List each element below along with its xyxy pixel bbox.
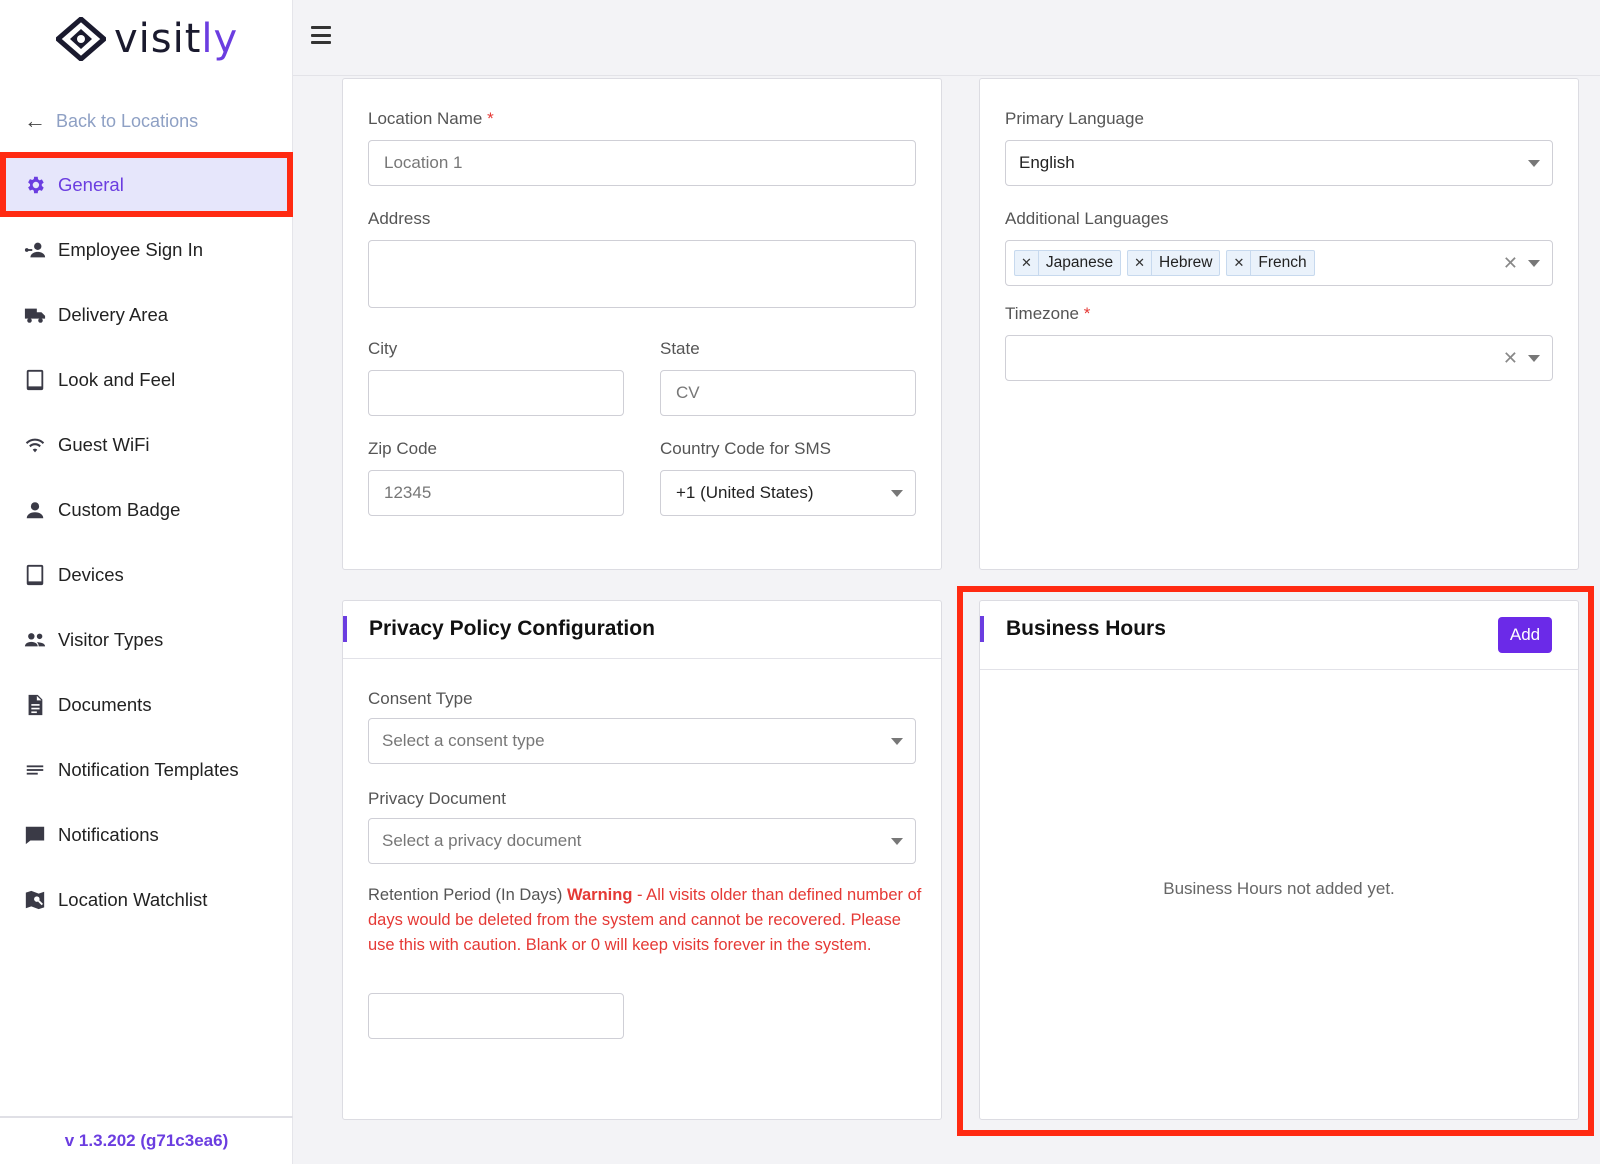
map-watch-icon	[22, 887, 48, 913]
highlight-frame	[957, 586, 1594, 1136]
primary-language-label: Primary Language	[1005, 109, 1144, 128]
sidebar-item-location-watchlist[interactable]: Location Watchlist	[0, 867, 293, 932]
location-name-input[interactable]: Location 1	[368, 140, 916, 186]
country-code-value: +1 (United States)	[676, 483, 814, 502]
clear-icon[interactable]: ✕	[1503, 348, 1518, 369]
chevron-down-icon	[1528, 160, 1540, 167]
privacy-document-placeholder: Select a privacy document	[382, 831, 582, 850]
sidebar-item-label: Employee Sign In	[58, 238, 204, 260]
sidebar-item-label: Location Watchlist	[58, 888, 208, 910]
warning-title: Warning	[567, 886, 633, 904]
remove-tag-icon[interactable]: ✕	[1227, 251, 1252, 275]
sidebar-item-label: Look and Feel	[58, 368, 176, 390]
privacy-policy-card: Privacy Policy Configuration Consent Typ…	[342, 600, 942, 1120]
address-input[interactable]	[368, 240, 916, 308]
hamburger-menu-icon[interactable]	[311, 26, 331, 44]
gear-icon	[22, 172, 48, 198]
privacy-document-select[interactable]: Select a privacy document	[368, 818, 916, 864]
sidebar-item-label: Notifications	[58, 823, 159, 845]
people-icon	[22, 627, 48, 653]
chevron-down-icon	[1528, 260, 1540, 267]
sidebar-item-delivery-area[interactable]: Delivery Area	[0, 282, 293, 347]
retention-period-input[interactable]	[368, 993, 624, 1039]
sidebar-item-guest-wifi[interactable]: Guest WiFi	[0, 412, 293, 477]
sidebar-item-label: Guest WiFi	[58, 433, 150, 455]
truck-icon	[22, 302, 48, 328]
remove-tag-icon[interactable]: ✕	[1015, 251, 1039, 275]
timezone-select[interactable]: ✕	[1005, 335, 1553, 381]
city-label: City	[368, 339, 398, 358]
sidebar-item-look-and-feel[interactable]: Look and Feel	[0, 347, 293, 412]
clear-icon[interactable]: ✕	[1503, 253, 1518, 274]
notes-icon	[22, 757, 48, 783]
country-code-select[interactable]: +1 (United States)	[660, 470, 916, 516]
sidebar-item-label: Notification Templates	[58, 758, 239, 780]
app-version: v 1.3.202 (g71c3ea6)	[0, 1116, 293, 1164]
chevron-down-icon	[1528, 355, 1540, 362]
sidebar-item-label: Devices	[58, 563, 124, 585]
privacy-policy-title: Privacy Policy Configuration	[343, 616, 655, 642]
logo-mark-icon	[56, 17, 106, 61]
sidebar-item-employee-sign-in[interactable]: Employee Sign In	[0, 217, 293, 282]
logo-text: visitly	[114, 16, 239, 62]
chevron-down-icon	[891, 490, 903, 497]
arrow-left-icon: ←	[24, 108, 46, 133]
sidebar-nav: General Employee Sign In Delivery Area L…	[0, 152, 293, 932]
sidebar-item-label: Custom Badge	[58, 498, 181, 520]
zip-code-label: Zip Code	[368, 439, 437, 458]
primary-language-value: English	[1019, 153, 1075, 172]
zip-code-input[interactable]: 12345	[368, 470, 624, 516]
wifi-icon	[22, 432, 48, 458]
country-code-label: Country Code for SMS	[660, 439, 832, 458]
timezone-label: Timezone *	[1005, 304, 1091, 323]
remove-tag-icon[interactable]: ✕	[1128, 251, 1153, 275]
sidebar-item-general[interactable]: General	[0, 152, 293, 217]
language-card: Primary Language English Additional Lang…	[979, 78, 1579, 570]
primary-language-select[interactable]: English	[1005, 140, 1553, 186]
sidebar-item-custom-badge[interactable]: Custom Badge	[0, 477, 293, 542]
sidebar-item-documents[interactable]: Documents	[0, 672, 293, 737]
employee-sign-in-icon	[22, 237, 48, 263]
sidebar-item-label: General	[58, 173, 124, 195]
tablet-icon	[22, 562, 48, 588]
back-to-locations-link[interactable]: ← Back to Locations	[24, 108, 198, 134]
language-tag: ✕ French	[1226, 250, 1315, 276]
back-label: Back to Locations	[56, 110, 199, 131]
tablet-icon	[22, 367, 48, 393]
additional-languages-select[interactable]: ✕ Japanese ✕ Hebrew ✕ French ✕	[1005, 240, 1553, 286]
language-tag: ✕ Japanese	[1014, 250, 1122, 276]
sidebar-item-label: Delivery Area	[58, 303, 169, 325]
consent-type-label: Consent Type	[368, 689, 473, 708]
document-icon	[22, 692, 48, 718]
chevron-down-icon	[891, 738, 903, 745]
divider	[343, 658, 941, 659]
sidebar-item-label: Documents	[58, 693, 152, 715]
retention-label: Retention Period (In Days)	[368, 886, 563, 904]
retention-warning: Retention Period (In Days) Warning - All…	[368, 883, 923, 958]
additional-languages-label: Additional Languages	[1005, 209, 1169, 228]
sidebar-item-devices[interactable]: Devices	[0, 542, 293, 607]
location-details-card: Location Name * Location 1 Address City …	[342, 78, 942, 570]
state-input[interactable]: CV	[660, 370, 916, 416]
top-bar	[293, 0, 1600, 76]
sidebar-item-label: Visitor Types	[58, 628, 164, 650]
sidebar-item-notifications[interactable]: Notifications	[0, 802, 293, 867]
consent-type-select[interactable]: Select a consent type	[368, 718, 916, 764]
language-tag: ✕ Hebrew	[1127, 250, 1221, 276]
address-label: Address	[368, 209, 431, 228]
chat-icon	[22, 822, 48, 848]
location-name-label: Location Name *	[368, 109, 494, 128]
state-label: State	[660, 339, 700, 358]
sidebar-item-notification-templates[interactable]: Notification Templates	[0, 737, 293, 802]
person-icon	[22, 497, 48, 523]
chevron-down-icon	[891, 838, 903, 845]
consent-type-placeholder: Select a consent type	[382, 731, 545, 750]
privacy-document-label: Privacy Document	[368, 789, 506, 808]
city-input[interactable]	[368, 370, 624, 416]
visitly-logo[interactable]: visitly	[56, 14, 238, 64]
sidebar-item-visitor-types[interactable]: Visitor Types	[0, 607, 293, 672]
sidebar: visitly ← Back to Locations General Empl…	[0, 0, 293, 1164]
